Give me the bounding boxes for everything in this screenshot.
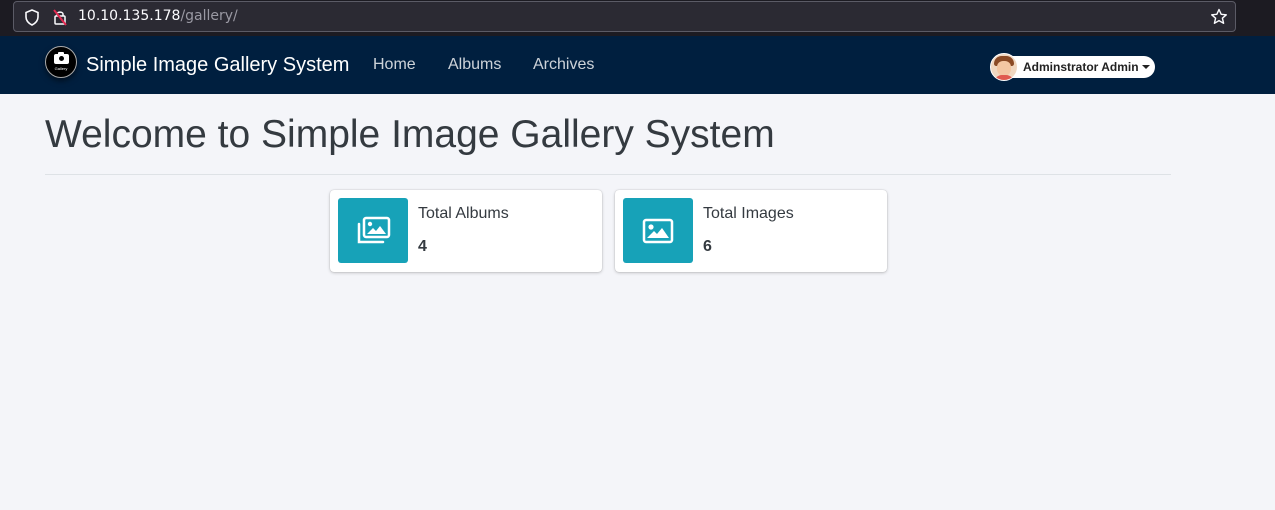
- image-icon: [623, 198, 693, 263]
- stat-label: Total Images: [703, 205, 794, 222]
- nav-archives[interactable]: Archives: [533, 56, 594, 74]
- avatar: [990, 53, 1018, 81]
- address-bar[interactable]: 10.10.135.178/gallery/: [13, 1, 1236, 32]
- lock-insecure-icon[interactable]: [52, 9, 68, 31]
- top-navbar: Gallery Simple Image Gallery System Home…: [0, 36, 1275, 94]
- shield-icon[interactable]: [24, 9, 40, 31]
- nav-albums[interactable]: Albums: [448, 56, 501, 74]
- brand-logo[interactable]: Gallery: [45, 46, 77, 78]
- divider: [45, 174, 1171, 175]
- page-title: Welcome to Simple Image Gallery System: [45, 113, 775, 156]
- url-text[interactable]: 10.10.135.178/gallery/: [78, 8, 238, 24]
- url-host: 10.10.135.178: [78, 8, 181, 24]
- brand-title[interactable]: Simple Image Gallery System: [86, 54, 349, 77]
- images-icon: [338, 198, 408, 263]
- stat-card-albums: Total Albums 4: [330, 190, 602, 272]
- stat-card-images: Total Images 6: [615, 190, 887, 272]
- stat-label: Total Albums: [418, 205, 509, 222]
- nav-home[interactable]: Home: [373, 56, 416, 74]
- caret-down-icon: [1142, 65, 1150, 69]
- stat-value: 6: [703, 238, 712, 255]
- stat-value: 4: [418, 238, 427, 255]
- url-path: /gallery/: [180, 8, 238, 24]
- user-menu-dropdown[interactable]: Adminstrator Admin: [990, 53, 1155, 81]
- logo-text: Gallery: [54, 66, 68, 71]
- user-name: Adminstrator Admin: [1023, 60, 1139, 74]
- bookmark-star-icon[interactable]: [1210, 8, 1228, 31]
- browser-toolbar: 10.10.135.178/gallery/: [0, 0, 1275, 36]
